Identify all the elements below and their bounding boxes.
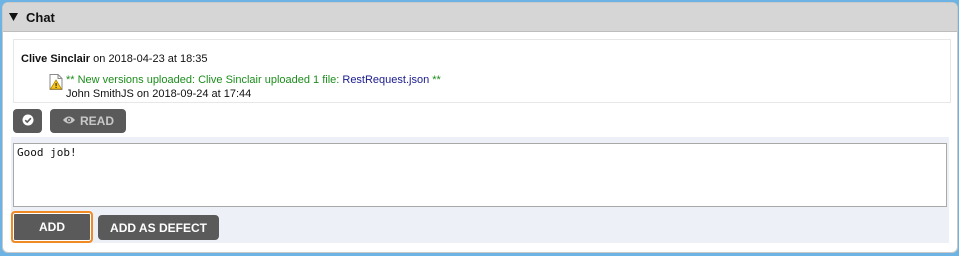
comment-input[interactable]: Good job! <box>13 143 947 207</box>
mark-checked-button[interactable] <box>13 109 42 133</box>
message-author: Clive Sinclair <box>21 53 91 65</box>
add-button[interactable]: ADD <box>11 211 93 243</box>
activity-suffix: ** <box>429 74 441 86</box>
triangle-down-icon[interactable] <box>8 12 18 22</box>
read-button-label: READ <box>79 114 114 128</box>
chat-panel-header[interactable]: Chat <box>3 3 957 32</box>
message-header: Clive Sinclair on 2018-04-23 at 18:35 <box>21 53 208 65</box>
eye-icon <box>62 114 80 128</box>
chat-panel: Chat Clive Sinclair on 2018-04-23 at 18:… <box>2 2 958 253</box>
activity-entry: ** New versions uploaded: Clive Sinclair… <box>66 74 441 86</box>
attachment-link[interactable]: RestRequest.json <box>342 74 429 86</box>
document-warning-icon <box>49 74 63 90</box>
activity-meta: John SmithJS on 2018-09-24 at 17:44 <box>66 88 252 100</box>
read-button[interactable]: READ <box>50 109 126 133</box>
message-list: Clive Sinclair on 2018-04-23 at 18:35 **… <box>13 39 951 103</box>
check-circle-icon <box>22 114 34 129</box>
activity-prefix: ** New versions uploaded: Clive Sinclair… <box>66 74 343 86</box>
panel-title: Chat <box>26 9 55 25</box>
compose-area: Good job! ADD ADD AS DEFECT <box>11 137 949 243</box>
add-as-defect-button[interactable]: ADD AS DEFECT <box>98 215 219 240</box>
message-meta: on 2018-04-23 at 18:35 <box>90 53 208 65</box>
